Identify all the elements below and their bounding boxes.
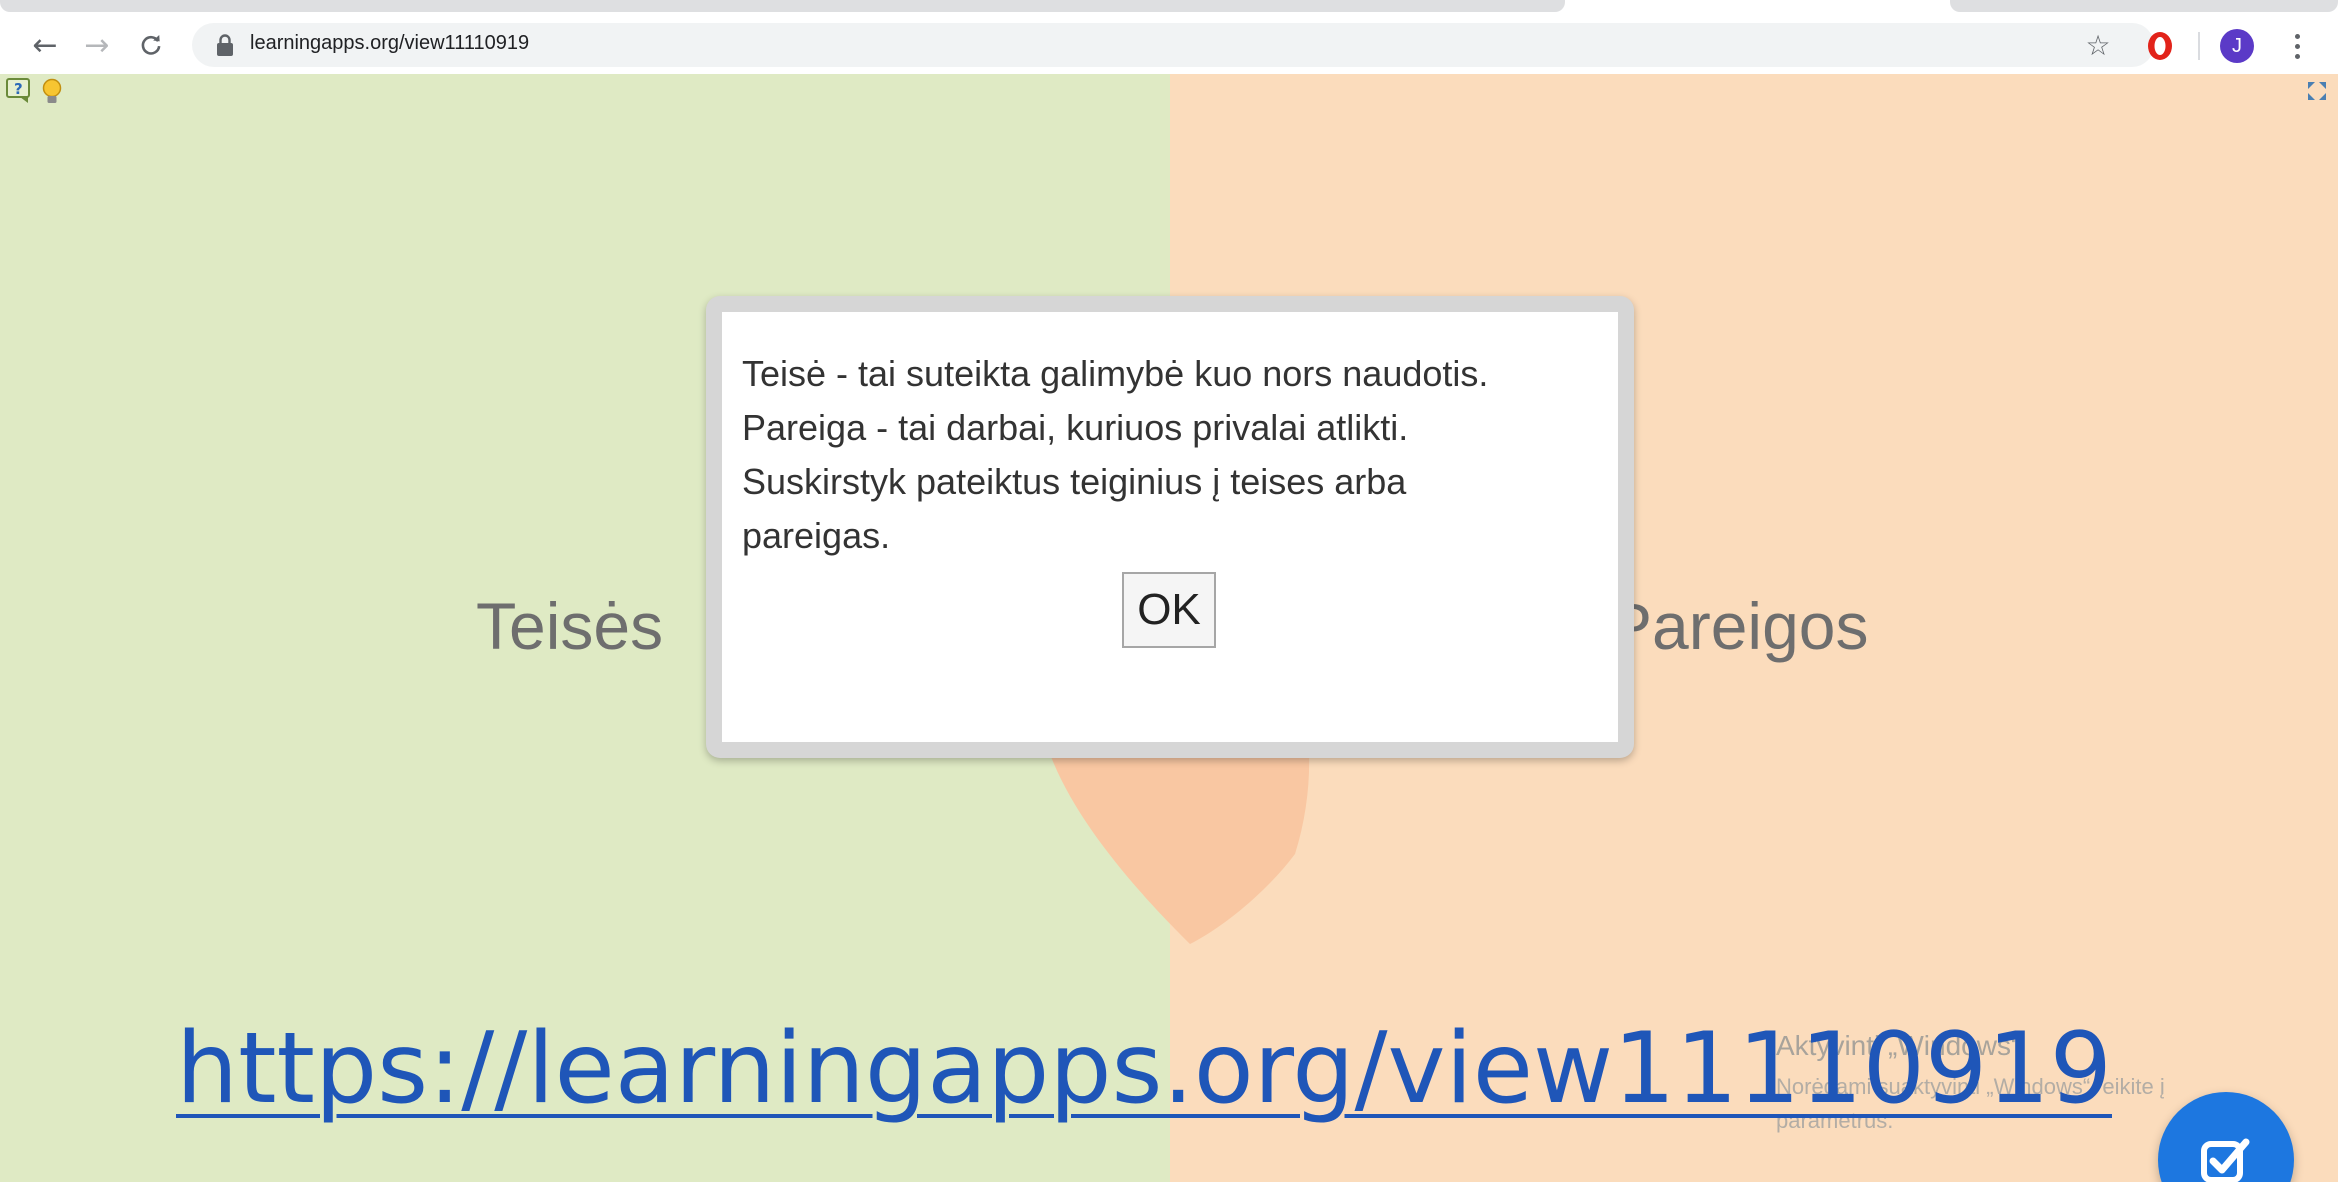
instruction-dialog: Teisė - tai suteikta galimybė kuo nors n… <box>706 296 1634 758</box>
menu-dot <box>2294 33 2300 39</box>
ok-button[interactable]: OK <box>1122 572 1216 648</box>
reload-icon[interactable] <box>132 26 170 64</box>
opera-icon[interactable] <box>2144 30 2176 62</box>
instruction-text-line: Pareiga - tai darbai, kuriuos privalai a… <box>742 407 1409 448</box>
lock-icon <box>217 34 233 56</box>
svg-text:?: ? <box>14 80 23 98</box>
profile-avatar[interactable]: J <box>2220 29 2254 63</box>
browser-tab[interactable] <box>0 0 1565 12</box>
instruction-text-line: pareigas. <box>742 515 891 556</box>
dialog-body: Teisė - tai suteikta galimybė kuo nors n… <box>722 312 1618 742</box>
forward-arrow-icon[interactable]: → <box>78 26 116 64</box>
menu-dot <box>2294 53 2300 59</box>
learningapps-link[interactable]: https://learningapps.org/view11110919 <box>176 1020 2112 1118</box>
instruction-text-line: Teisė - tai suteikta galimybė kuo nors n… <box>742 353 1489 394</box>
check-icon <box>2201 1138 2250 1182</box>
hint-lightbulb-icon[interactable] <box>40 78 64 106</box>
star-icon[interactable]: ☆ <box>2080 27 2116 63</box>
tab-strip <box>0 0 2338 16</box>
help-icon[interactable]: ? <box>6 78 34 104</box>
browser-tab[interactable] <box>1950 0 2338 12</box>
fullscreen-icon[interactable] <box>2306 80 2328 102</box>
back-arrow-icon[interactable]: ← <box>26 26 64 64</box>
toolbar-divider <box>2198 32 2200 60</box>
category-label-pareigos: Pareigos <box>1608 589 1869 663</box>
menu-icon[interactable] <box>2282 27 2312 65</box>
instruction-text-line: Suskirstyk pateiktus teiginius į teises … <box>742 461 1407 502</box>
address-bar[interactable]: learningapps.org/view11110919 ☆ <box>192 23 2154 67</box>
menu-dot <box>2294 43 2300 49</box>
category-label-teises: Teisės <box>476 589 664 663</box>
screen: ← → learningapps.org/view11110919 ☆ J ? … <box>0 0 2338 1182</box>
browser-toolbar: ← → learningapps.org/view11110919 ☆ J <box>0 16 2338 74</box>
url-text[interactable]: learningapps.org/view11110919 <box>250 32 529 55</box>
